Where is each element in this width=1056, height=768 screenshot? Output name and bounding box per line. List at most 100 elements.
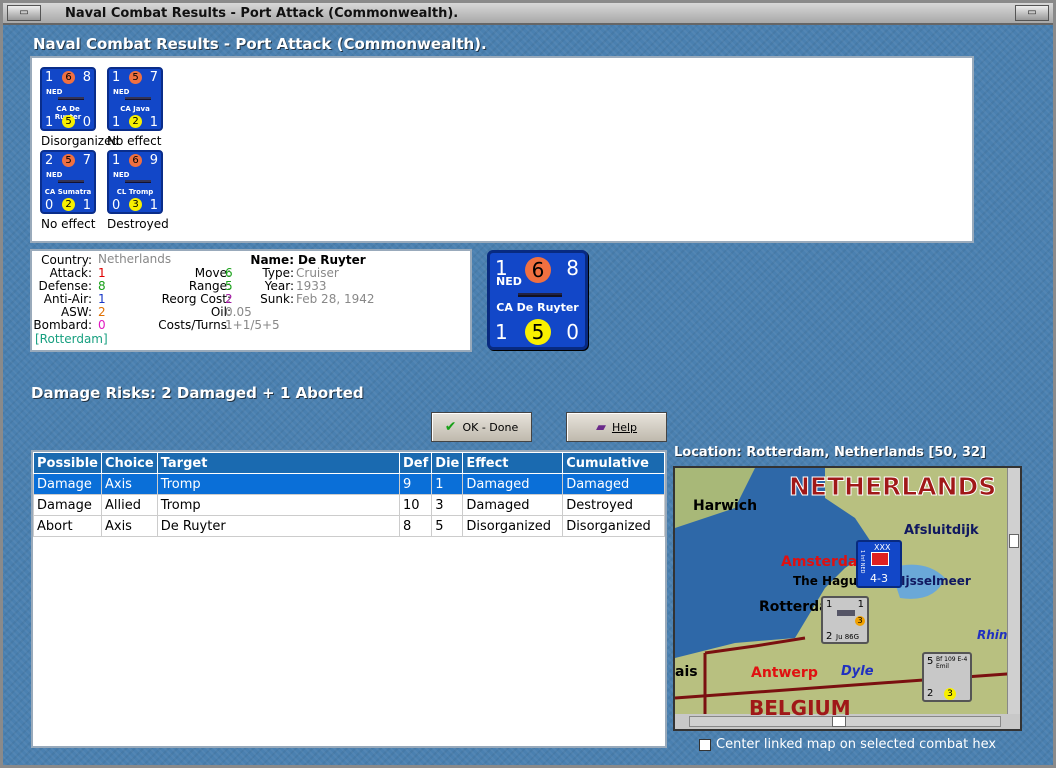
defense-label: Defense: (38, 279, 92, 293)
table-cell: De Ruyter (156, 515, 401, 537)
table-cell: Tromp (156, 494, 401, 516)
center-map-checkbox[interactable] (699, 739, 711, 751)
ship-counter-top-left: 1 (112, 70, 121, 85)
table-cell: Damaged (462, 494, 564, 516)
table-cell: Damage (33, 473, 102, 495)
map-label-calais: ais (675, 664, 698, 680)
ship-counter-top-left: 1 (45, 70, 54, 85)
ship-counter-top-circle: 5 (129, 71, 142, 84)
map-label-harwich: Harwich (693, 498, 758, 514)
ship-counter-nation: NED (113, 88, 130, 96)
reorg-value: 2 (225, 292, 233, 306)
map-label-antwerp: Antwerp (751, 665, 818, 681)
vertical-scroll-thumb[interactable] (1009, 534, 1019, 548)
cruiser-icon (125, 180, 151, 183)
help-button[interactable]: ▰ Help (566, 412, 667, 442)
ship-counter-bottom-left: 0 (112, 198, 121, 213)
ship-counter-bottom-circle: 2 (62, 198, 75, 211)
column-header[interactable]: Possible (33, 452, 102, 474)
cruiser-icon (58, 97, 84, 100)
ship-counter-top-right: 7 (149, 70, 158, 85)
table-cell: 3 (431, 494, 464, 516)
column-header[interactable]: Target (156, 452, 401, 474)
air-unit-counter-bf109[interactable]: 5 Bf 109 E-4 Emil 2 3 (922, 652, 972, 702)
window-title: Naval Combat Results - Port Attack (Comm… (65, 6, 459, 21)
damage-risks: Damage Risks: 2 Damaged + 1 Aborted (31, 384, 364, 402)
column-header[interactable]: Effect (462, 452, 564, 474)
antiair-value: 1 (98, 292, 106, 306)
system-menu-button[interactable]: ▭ (7, 5, 41, 21)
defense-value: 8 (98, 279, 106, 293)
ship-result-label: Destroyed (107, 217, 169, 231)
table-row[interactable]: Damage Axis Tromp 9 1 Damaged Damaged (33, 473, 665, 495)
selected-unit-counter: 1 6 8 NED CA De Ruyter 1 5 0 (487, 250, 588, 350)
table-cell: Allied (100, 494, 158, 516)
cruiser-icon (58, 180, 84, 183)
range-value: 5 (225, 279, 233, 293)
ship-counter-name: CL Tromp (116, 188, 154, 196)
year-label: Year: (264, 279, 294, 293)
table-cell: 5 (431, 515, 464, 537)
ship-result-label: No effect (107, 134, 162, 148)
column-header[interactable]: Cumulative (562, 452, 665, 474)
bf109-top-left: 5 (927, 656, 934, 667)
ship-counter-top-left: 1 (112, 153, 121, 168)
bf109-circle: 3 (944, 688, 956, 700)
location-label: Location: Rotterdam, Netherlands [50, 32… (674, 445, 986, 460)
counter-bottom-right: 0 (566, 320, 579, 344)
cruiser-icon (125, 97, 151, 100)
map-horizontal-scrollbar[interactable] (689, 716, 1001, 727)
column-header[interactable]: Def (399, 452, 433, 474)
counter-top-right: 8 (566, 256, 579, 280)
antiair-label: Anti-Air: (43, 292, 92, 306)
air-unit-counter-ju86[interactable]: 1 1 3 2 Ju 86G (821, 596, 869, 644)
asw-label: ASW: (60, 305, 92, 319)
ju86-name: Ju 86G (836, 633, 860, 641)
bomber-icon (837, 610, 855, 616)
table-row[interactable]: Abort Axis De Ruyter 8 5 Disorganized Disorgan… (33, 515, 665, 537)
map-vertical-scrollbar[interactable] (1007, 468, 1020, 714)
type-value: Cruiser (296, 266, 339, 280)
ship-counter-bottom-left: 1 (45, 115, 54, 130)
map-label-the-hague: The Hague (793, 574, 866, 588)
name-label: Name: (250, 253, 294, 267)
sunk-label: Sunk: (260, 292, 294, 306)
ship-counter-bottom-left: 0 (45, 198, 54, 213)
ship-counter-bottom-circle: 2 (129, 115, 142, 128)
ship-counter-top-right: 7 (82, 153, 91, 168)
minimize-button[interactable]: ▭ (1015, 5, 1049, 21)
ship-counter[interactable]: 1 6 9 NED CL Tromp 0 3 1 (107, 150, 163, 214)
counter-bottom-left: 1 (495, 320, 508, 344)
ok-button-label: OK - Done (462, 420, 519, 434)
table-cell: 8 (399, 515, 433, 537)
column-header[interactable]: Die (431, 452, 464, 474)
ship-counter[interactable]: 2 5 7 NED CA Sumatra 0 2 1 (40, 150, 96, 214)
year-value: 1933 (296, 279, 327, 293)
ju86-top-right: 1 (857, 599, 864, 610)
table-row[interactable]: Damage Allied Tromp 10 3 Damaged Destroyed (33, 494, 665, 516)
mini-map[interactable]: NETHERLANDS Harwich Afsluitdijk Amsterda… (673, 466, 1022, 731)
center-map-label[interactable]: Center linked map on selected combat hex (716, 737, 996, 752)
table-cell: 10 (399, 494, 433, 516)
map-label-ijsselmeer: Ijsselmeer (901, 574, 971, 588)
column-header[interactable]: Choice (100, 452, 158, 474)
results-panel: 168NEDCA De Ruyter150Disorganized157NEDC… (30, 56, 974, 243)
port-link[interactable]: [Rotterdam] (35, 332, 108, 346)
horizontal-scroll-thumb[interactable] (832, 716, 846, 727)
counter-top-circle: 6 (525, 257, 551, 283)
ship-counter-top-circle: 5 (62, 154, 75, 167)
ship-counter[interactable]: 1 5 7 NED CA Java 1 2 1 (107, 67, 163, 131)
ju86-bottom-left: 2 (826, 631, 833, 642)
ship-counter[interactable]: 168NEDCA De Ruyter150 (40, 67, 96, 131)
ship-counter-bottom-right: 1 (149, 198, 158, 213)
ship-counter-nation: NED (113, 171, 130, 179)
table-cell: Axis (100, 473, 158, 495)
map-label-afsluitdijk: Afsluitdijk (904, 523, 979, 538)
ship-counter-bottom-right: 0 (82, 115, 91, 130)
ok-done-button[interactable]: ✔ OK - Done (431, 412, 532, 442)
infantry-counter[interactable]: XXX 1 Inf NED 4-3 (856, 540, 902, 588)
ship-counter-name: CA Java (120, 105, 150, 113)
title-bar[interactable]: ▭ Naval Combat Results - Port Attack (Co… (3, 3, 1053, 25)
ship-result-label: No effect (41, 217, 96, 231)
attack-label: Attack: (49, 266, 92, 280)
